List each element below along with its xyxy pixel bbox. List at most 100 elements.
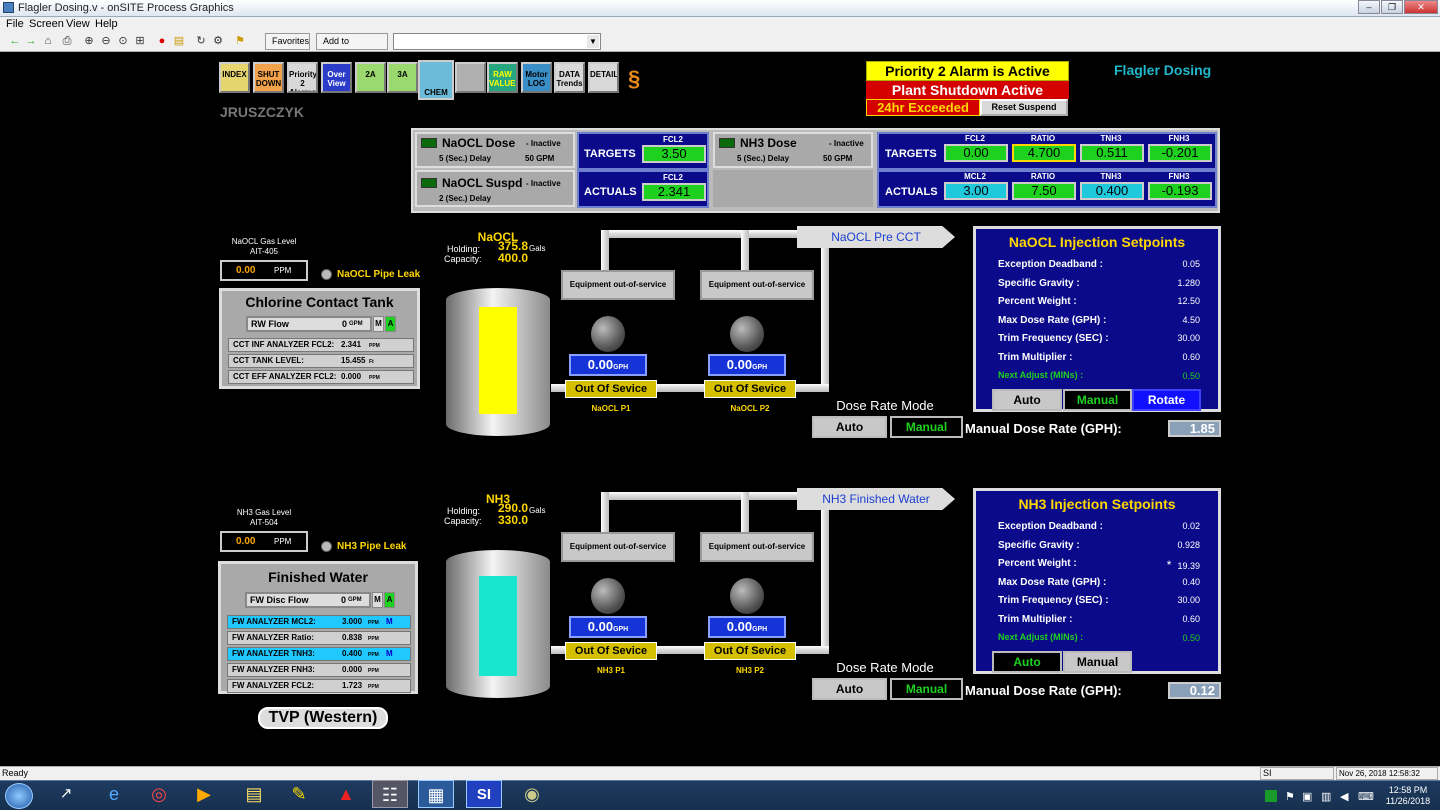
naocl_sp-row-value[interactable]: 1.280 bbox=[1136, 278, 1200, 288]
naocl-target-fcl2[interactable]: 3.50 bbox=[642, 145, 706, 163]
naocl_sp-manual-button[interactable]: Manual bbox=[1063, 389, 1132, 411]
nh3-target-fcl2[interactable]: 0.00 bbox=[944, 144, 1008, 162]
naocl-dose-mode-auto-button[interactable]: Auto bbox=[812, 416, 887, 438]
nh3-pump-1-status[interactable]: Out Of Sevice bbox=[565, 642, 657, 660]
nh3-pump-2-icon[interactable] bbox=[730, 578, 764, 614]
clock[interactable]: 12:58 PM 11/26/2018 bbox=[1380, 785, 1436, 807]
open-icon[interactable]: ▤ bbox=[172, 34, 186, 48]
naocl-dose-mode-manual-button[interactable]: Manual bbox=[890, 416, 963, 438]
fw-flow-manual-button[interactable]: M bbox=[372, 592, 383, 608]
onsite-app-icon[interactable]: ☷ bbox=[372, 780, 408, 808]
nh3_sp-manual-button[interactable]: Manual bbox=[1063, 651, 1132, 673]
nh3-target-ratio[interactable]: 4.700 bbox=[1012, 144, 1076, 162]
zoom-in-icon[interactable]: ⊕ bbox=[82, 34, 96, 48]
fit-icon[interactable]: ⊞ bbox=[133, 34, 147, 48]
nh3_sp-row-value[interactable]: 0.60 bbox=[1136, 614, 1200, 624]
restore-button[interactable]: ❐ bbox=[1381, 0, 1403, 14]
back-icon[interactable]: ← bbox=[8, 34, 22, 48]
naocl_sp-row-value[interactable]: 0.60 bbox=[1136, 352, 1200, 362]
minimize-button[interactable]: – bbox=[1358, 0, 1380, 14]
nav-2a-button[interactable]: 2A bbox=[355, 62, 386, 93]
naocl_sp-row-value[interactable]: 30.00 bbox=[1136, 333, 1200, 343]
alarm-bell-icon[interactable]: ▲ bbox=[328, 780, 364, 808]
forward-icon[interactable]: → bbox=[24, 34, 38, 48]
add-favorites-button[interactable]: Add to Favorites bbox=[316, 33, 388, 61]
nh3_sp-row-value[interactable]: 0.40 bbox=[1136, 577, 1200, 587]
fw-flow-auto-button[interactable]: A bbox=[384, 592, 395, 608]
home-icon[interactable]: ⌂ bbox=[41, 34, 55, 48]
si-app-icon[interactable]: SI bbox=[466, 780, 502, 808]
taskbar-pinned-icon[interactable]: ↗ bbox=[48, 780, 84, 808]
tray-network-icon[interactable]: ▥ bbox=[1321, 790, 1331, 803]
naocl_sp-row-value-text: 12.50 bbox=[1177, 296, 1200, 306]
nav-3a-button[interactable]: 3A bbox=[387, 62, 418, 93]
close-button[interactable]: ✕ bbox=[1404, 0, 1438, 14]
naocl_sp-row-value[interactable]: 12.50 bbox=[1136, 296, 1200, 306]
nh3-manual-rate-value[interactable]: 0.12 bbox=[1168, 682, 1221, 699]
nh3_sp-auto-button[interactable]: Auto bbox=[992, 651, 1062, 673]
chrome-icon[interactable]: ◎ bbox=[141, 780, 177, 808]
naocl_sp-rotate-button[interactable]: Rotate bbox=[1132, 389, 1201, 411]
refresh-icon[interactable]: ↻ bbox=[194, 34, 208, 48]
nh3-target-tnh3[interactable]: 0.511 bbox=[1080, 144, 1144, 162]
naocl-pump-2-icon[interactable] bbox=[730, 316, 764, 352]
settings-icon[interactable]: ⚙ bbox=[211, 34, 225, 48]
rw-flow-auto-button[interactable]: A bbox=[385, 316, 396, 332]
nav-raw-button[interactable]: RAW VALUES bbox=[487, 62, 518, 93]
tray-flag-icon[interactable]: ⚑ bbox=[1285, 790, 1295, 803]
favorites-button[interactable]: Favorites bbox=[265, 33, 310, 50]
nh3-tank-values: 290.0 330.0 bbox=[488, 502, 528, 526]
nav-detail-button[interactable]: DETAIL bbox=[588, 62, 619, 93]
explorer-icon[interactable]: ▤ bbox=[236, 780, 272, 808]
media-player-icon[interactable]: ▶ bbox=[186, 780, 222, 808]
nh3_sp-row-value[interactable]: 0.928 bbox=[1136, 540, 1200, 550]
nav-chem-button[interactable]: CHEM bbox=[418, 60, 454, 100]
fw-row-value: 0.400 bbox=[342, 649, 363, 658]
start-button[interactable] bbox=[5, 783, 33, 809]
nav-chem2-button[interactable] bbox=[455, 62, 486, 93]
nav-data-button[interactable]: DATA Trends bbox=[554, 62, 585, 93]
nh3_sp-row-value[interactable]: * 19.39 bbox=[1136, 558, 1200, 572]
naocl-pump-1-icon[interactable] bbox=[591, 316, 625, 352]
nh3-pump-1-icon[interactable] bbox=[591, 578, 625, 614]
nav-index-button[interactable]: INDEX bbox=[219, 62, 250, 93]
nh3_sp-row-value[interactable]: 0.02 bbox=[1136, 521, 1200, 531]
nh3-dose-mode-manual-button[interactable]: Manual bbox=[890, 678, 963, 700]
notes-icon[interactable]: ✎ bbox=[281, 780, 317, 808]
reset-suspend-button[interactable]: Reset Suspend bbox=[980, 99, 1068, 116]
tray-si-icon[interactable] bbox=[1265, 790, 1277, 802]
grid-app-icon[interactable]: ▦ bbox=[418, 780, 454, 808]
tray-shield-icon[interactable]: ▣ bbox=[1302, 790, 1312, 803]
tray-keyboard-icon[interactable]: ⌨ bbox=[1358, 790, 1374, 803]
menu-screen[interactable]: Screen bbox=[29, 18, 64, 30]
disk-app-icon[interactable]: ◉ bbox=[514, 780, 550, 808]
rw-flow-manual-button[interactable]: M bbox=[373, 316, 384, 332]
naocl_sp-row-value[interactable]: 0.05 bbox=[1136, 259, 1200, 269]
tip-icon[interactable]: ⚑ bbox=[233, 34, 247, 48]
stop-icon[interactable]: ● bbox=[155, 34, 169, 48]
naocl_sp-row-value[interactable]: 4.50 bbox=[1136, 315, 1200, 325]
nav-overview-button[interactable]: Over View bbox=[321, 62, 352, 93]
naocl-pump-1-status[interactable]: Out Of Sevice bbox=[565, 380, 657, 398]
menu-view[interactable]: View bbox=[66, 18, 90, 30]
tray-volume-icon[interactable]: ◀ bbox=[1340, 790, 1348, 803]
naocl-manual-rate-value[interactable]: 1.85 bbox=[1168, 420, 1221, 437]
favorites-dropdown[interactable]: ▼ bbox=[393, 33, 601, 50]
naocl_sp-auto-button[interactable]: Auto bbox=[992, 389, 1062, 411]
nav-priority2-button[interactable]: Priority 2 Alarms bbox=[287, 62, 318, 93]
menu-file[interactable]: File bbox=[6, 18, 24, 30]
cct-row: CCT TANK LEVEL: 15.455 Ft bbox=[228, 354, 414, 368]
nav-chem2-bg bbox=[457, 64, 484, 91]
menu-help[interactable]: Help bbox=[95, 18, 118, 30]
zoom-icon[interactable]: ⊙ bbox=[116, 34, 130, 48]
nh3-dose-mode-auto-button[interactable]: Auto bbox=[812, 678, 887, 700]
nh3-pump-2-status[interactable]: Out Of Sevice bbox=[704, 642, 796, 660]
nh3-target-fnh3[interactable]: -0.201 bbox=[1148, 144, 1212, 162]
nav-shutdown-button[interactable]: SHUT DOWN bbox=[253, 62, 284, 93]
print-icon[interactable]: ⎙ bbox=[60, 34, 74, 48]
zoom-out-icon[interactable]: ⊖ bbox=[99, 34, 113, 48]
nh3_sp-row-value[interactable]: 30.00 bbox=[1136, 595, 1200, 605]
ie-icon[interactable]: e bbox=[96, 780, 132, 808]
nav-motor-button[interactable]: Motor LOG bbox=[521, 62, 552, 93]
naocl-pump-2-status[interactable]: Out Of Sevice bbox=[704, 380, 796, 398]
